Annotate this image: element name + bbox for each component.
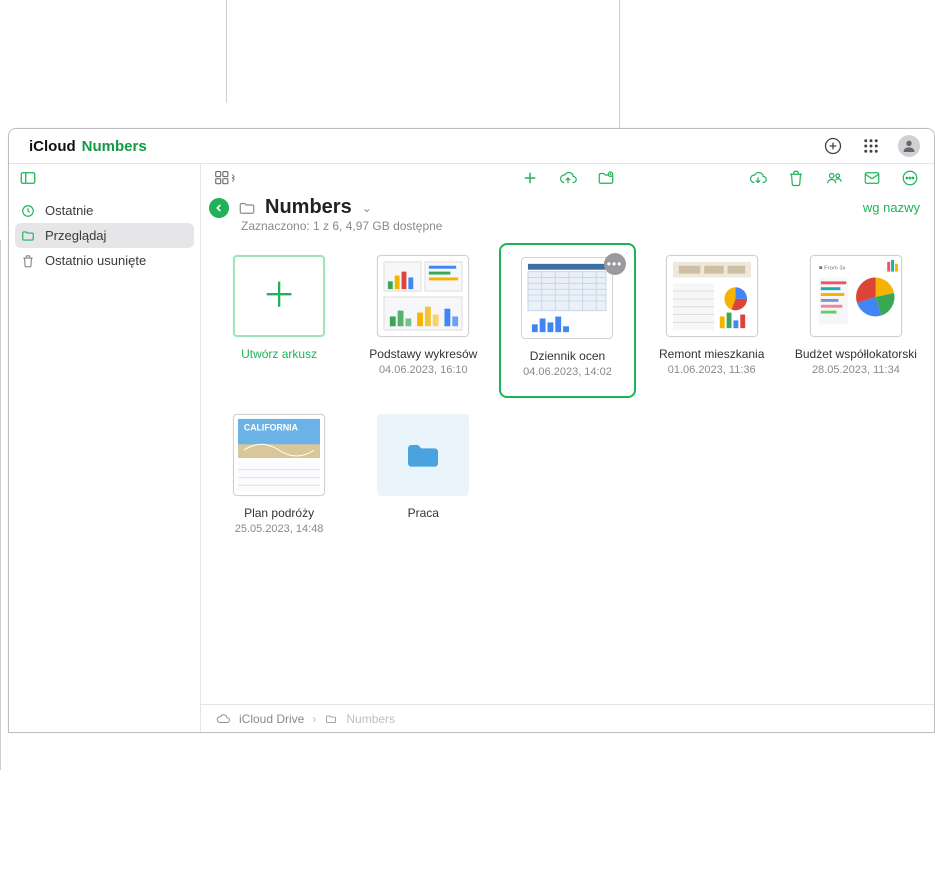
sidebar-toggle[interactable] [9,164,200,192]
create-sheet-label: Utwórz arkusz [241,347,317,362]
trash-icon [21,254,37,268]
svg-text:CALIFORNIA: CALIFORNIA [244,422,299,432]
folder-thumb [377,414,469,496]
folder-cell[interactable]: Praca [355,402,491,553]
content: Numbers ⌄ wg nazwy Zaznaczono: 1 z 6, 4,… [201,164,934,732]
clock-icon [21,204,37,218]
brand-app: Numbers [82,138,147,155]
delete-icon[interactable] [786,168,806,188]
new-icon[interactable] [520,168,540,188]
file-cell[interactable]: Remont mieszkania 01.06.2023, 11:36 [644,243,780,398]
sidebar-item-trash[interactable]: Ostatnio usunięte [15,248,194,273]
file-thumb [521,257,613,339]
sidebar: Ostatnie Przeglądaj Ostatnio usunięte [9,164,201,732]
sidebar-item-label: Ostatnio usunięte [45,253,188,268]
cloud-icon [215,712,231,726]
download-cloud-icon[interactable] [748,168,768,188]
view-switch-icon[interactable] [215,168,235,188]
file-title: Dziennik ocen [523,349,612,364]
mail-icon[interactable] [862,168,882,188]
callout-line [226,0,227,103]
sidebar-item-label: Ostatnie [45,203,188,218]
file-title: Budżet współlokatorski [795,347,917,362]
location-name: Numbers [265,196,352,219]
sidebar-item-browse[interactable]: Przeglądaj [15,223,194,248]
breadcrumb-item-current: Numbers [346,712,395,726]
callout-line [0,240,1,770]
file-title: Podstawy wykresów [369,347,477,362]
app-grid-icon[interactable] [860,135,882,157]
file-title: Plan podróży [235,506,324,521]
breadcrumb: iCloud Drive › Numbers [201,704,934,732]
breadcrumb-item[interactable]: iCloud Drive [239,712,304,726]
add-circle-icon[interactable] [822,135,844,157]
body: Ostatnie Przeglądaj Ostatnio usunięte [9,164,934,732]
svg-text:■ From 3x: ■ From 3x [819,266,846,272]
folder-icon [324,713,338,725]
file-thumb: CALIFORNIA [233,414,325,496]
file-date: 25.05.2023, 14:48 [235,523,324,537]
sidebar-item-label: Przeglądaj [45,228,188,243]
status-text: Zaznaczono: 1 z 6, 4,97 GB dostępne [201,219,934,243]
location-path: Numbers ⌄ [209,196,372,219]
file-thumb: ■ From 3x [810,255,902,337]
file-thumb [377,255,469,337]
more-icon[interactable] [900,168,920,188]
sidebar-item-recent[interactable]: Ostatnie [15,198,194,223]
file-cell[interactable]: CALIFORNIA Plan podróży 25.05.2023, 14:4… [211,402,347,553]
create-sheet-cell[interactable]: ＋ Utwórz arkusz [211,243,347,398]
folder-icon [237,199,257,217]
sort-button[interactable]: wg nazwy [863,200,920,215]
file-date: 01.06.2023, 11:36 [659,364,764,378]
create-sheet-thumb: ＋ [233,255,325,337]
folder-title: Praca [408,506,439,521]
folder-icon [21,229,37,243]
folder-icon [399,435,447,475]
share-people-icon[interactable] [824,168,844,188]
header-row: Numbers ⌄ wg nazwy [201,192,934,219]
titlebar: iCloud Numbers [9,129,934,164]
item-more-button[interactable]: ••• [604,253,626,275]
file-cell[interactable]: ■ From 3x [788,243,924,398]
sidebar-nav: Ostatnie Przeglądaj Ostatnio usunięte [9,192,200,273]
file-date: 04.06.2023, 16:10 [369,364,477,378]
new-folder-icon[interactable] [596,168,616,188]
file-thumb [666,255,758,337]
file-cell-selected[interactable]: ••• [499,243,635,398]
file-cell[interactable]: Podstawy wykresów 04.06.2023, 16:10 [355,243,491,398]
app-frame: iCloud Numbers [0,0,935,873]
file-title: Remont mieszkania [659,347,764,362]
toolbar [201,164,934,192]
chevron-down-icon[interactable]: ⌄ [360,201,372,215]
file-date: 04.06.2023, 14:02 [523,366,612,380]
brand-icloud: iCloud [29,138,76,155]
title-actions [822,135,920,157]
back-button[interactable] [209,198,229,218]
window: iCloud Numbers [8,128,935,733]
account-avatar-icon[interactable] [898,135,920,157]
file-grid: ＋ Utwórz arkusz [201,243,934,704]
brand: iCloud Numbers [23,138,147,155]
chevron-right-icon: › [312,712,316,726]
upload-cloud-icon[interactable] [558,168,578,188]
file-date: 28.05.2023, 11:34 [795,364,917,378]
